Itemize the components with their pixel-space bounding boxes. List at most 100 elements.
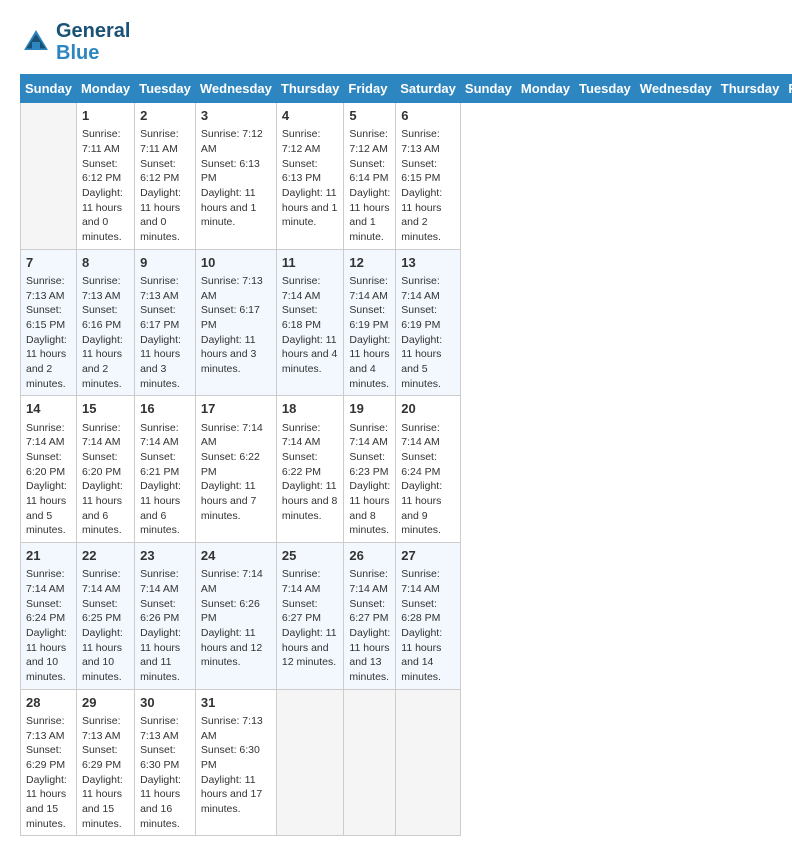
col-header-monday: Monday: [76, 75, 134, 103]
week-row-2: 7 Sunrise: 7:13 AMSunset: 6:15 PMDaylight…: [21, 249, 792, 396]
day-info: Sunrise: 7:14 AMSunset: 6:27 PMDaylight:…: [349, 567, 390, 685]
day-cell: 1 Sunrise: 7:11 AMSunset: 6:12 PMDaylight…: [76, 103, 134, 250]
day-cell: 12 Sunrise: 7:14 AMSunset: 6:19 PMDayligh…: [344, 249, 396, 396]
day-info: Sunrise: 7:13 AMSunset: 6:17 PMDaylight:…: [140, 274, 190, 392]
day-cell: 16 Sunrise: 7:14 AMSunset: 6:21 PMDayligh…: [135, 396, 196, 543]
day-cell: 7 Sunrise: 7:13 AMSunset: 6:15 PMDaylight…: [21, 249, 77, 396]
col-header-tuesday: Tuesday: [575, 75, 636, 103]
day-cell: 4Sunrise: 7:12 AMSunset: 6:13 PMDaylight…: [276, 103, 344, 250]
day-number: 25: [282, 547, 339, 565]
day-info: Sunrise: 7:14 AMSunset: 6:26 PMDaylight:…: [140, 567, 190, 685]
day-info: Sunrise: 7:12 AMSunset: 6:14 PMDaylight:…: [349, 127, 390, 245]
day-cell: 28 Sunrise: 7:13 AMSunset: 6:29 PMDayligh…: [21, 689, 77, 836]
col-header-saturday: Saturday: [396, 75, 461, 103]
day-number: 11: [282, 254, 339, 272]
day-cell: 13Sunrise: 7:14 AMSunset: 6:19 PMDayligh…: [396, 249, 461, 396]
logo: General Blue: [20, 20, 130, 64]
day-cell: 22Sunrise: 7:14 AMSunset: 6:25 PMDayligh…: [76, 543, 134, 690]
day-cell: [396, 689, 461, 836]
day-cell: 20 Sunrise: 7:14 AMSunset: 6:24 PMDayligh…: [396, 396, 461, 543]
day-cell: 10 Sunrise: 7:13 AMSunset: 6:17 PMDayligh…: [195, 249, 276, 396]
day-number: 28: [26, 694, 71, 712]
day-cell: 18 Sunrise: 7:14 AMSunset: 6:22 PMDayligh…: [276, 396, 344, 543]
day-number: 18: [282, 400, 339, 418]
day-number: 19: [349, 400, 390, 418]
day-cell: 3Sunrise: 7:12 AMSunset: 6:13 PMDaylight…: [195, 103, 276, 250]
day-cell: 26 Sunrise: 7:14 AMSunset: 6:27 PMDayligh…: [344, 543, 396, 690]
col-header-thursday: Thursday: [276, 75, 344, 103]
day-info: Sunrise: 7:13 AMSunset: 6:16 PMDaylight:…: [82, 274, 129, 392]
day-info: Sunrise: 7:14 AMSunset: 6:24 PMDaylight:…: [26, 567, 71, 685]
day-cell: 29Sunrise: 7:13 AMSunset: 6:29 PMDayligh…: [76, 689, 134, 836]
day-info: Sunrise: 7:14 AMSunset: 6:28 PMDaylight:…: [401, 567, 455, 685]
day-info: Sunrise: 7:14 AMSunset: 6:23 PMDaylight:…: [349, 421, 390, 539]
day-info: Sunrise: 7:11 AMSunset: 6:12 PMDaylight:…: [82, 127, 129, 245]
col-header-wednesday: Wednesday: [635, 75, 716, 103]
day-cell: 23 Sunrise: 7:14 AMSunset: 6:26 PMDayligh…: [135, 543, 196, 690]
calendar-table: SundayMondayTuesdayWednesdayThursdayFrid…: [20, 74, 792, 836]
day-cell: 25Sunrise: 7:14 AMSunset: 6:27 PMDayligh…: [276, 543, 344, 690]
day-info: Sunrise: 7:14 AMSunset: 6:24 PMDaylight:…: [401, 421, 455, 539]
day-info: Sunrise: 7:14 AMSunset: 6:19 PMDaylight:…: [349, 274, 390, 392]
page-header: General Blue: [20, 20, 772, 64]
day-info: Sunrise: 7:11 AMSunset: 6:12 PMDaylight:…: [140, 127, 190, 245]
day-cell: 21 Sunrise: 7:14 AMSunset: 6:24 PMDayligh…: [21, 543, 77, 690]
day-info: Sunrise: 7:14 AMSunset: 6:22 PMDaylight:…: [282, 421, 339, 524]
day-cell: 27 Sunrise: 7:14 AMSunset: 6:28 PMDayligh…: [396, 543, 461, 690]
day-number: 20: [401, 400, 455, 418]
week-row-1: 1 Sunrise: 7:11 AMSunset: 6:12 PMDaylight…: [21, 103, 792, 250]
day-number: 23: [140, 547, 190, 565]
col-header-tuesday: Tuesday: [135, 75, 196, 103]
day-info: Sunrise: 7:13 AMSunset: 6:15 PMDaylight:…: [26, 274, 71, 392]
day-info: Sunrise: 7:13 AMSunset: 6:15 PMDaylight:…: [401, 127, 455, 245]
day-cell: 5Sunrise: 7:12 AMSunset: 6:14 PMDaylight…: [344, 103, 396, 250]
day-cell: 17Sunrise: 7:14 AMSunset: 6:22 PMDayligh…: [195, 396, 276, 543]
col-header-wednesday: Wednesday: [195, 75, 276, 103]
day-info: Sunrise: 7:13 AMSunset: 6:30 PMDaylight:…: [140, 714, 190, 832]
day-number: 27: [401, 547, 455, 565]
week-row-3: 14 Sunrise: 7:14 AMSunset: 6:20 PMDayligh…: [21, 396, 792, 543]
day-number: 1: [82, 107, 129, 125]
col-header-sunday: Sunday: [21, 75, 77, 103]
day-number: 10: [201, 254, 271, 272]
day-cell: 9Sunrise: 7:13 AMSunset: 6:17 PMDaylight…: [135, 249, 196, 396]
day-info: Sunrise: 7:13 AMSunset: 6:29 PMDaylight:…: [26, 714, 71, 832]
day-info: Sunrise: 7:13 AMSunset: 6:30 PMDaylight:…: [201, 714, 271, 817]
day-info: Sunrise: 7:14 AMSunset: 6:19 PMDaylight:…: [401, 274, 455, 392]
day-number: 6: [401, 107, 455, 125]
day-info: Sunrise: 7:13 AMSunset: 6:17 PMDaylight:…: [201, 274, 271, 377]
day-number: 15: [82, 400, 129, 418]
day-info: Sunrise: 7:14 AMSunset: 6:20 PMDaylight:…: [82, 421, 129, 539]
col-header-thursday: Thursday: [716, 75, 784, 103]
day-cell: 24Sunrise: 7:14 AMSunset: 6:26 PMDayligh…: [195, 543, 276, 690]
day-number: 8: [82, 254, 129, 272]
day-info: Sunrise: 7:12 AMSunset: 6:13 PMDaylight:…: [282, 127, 339, 230]
day-number: 26: [349, 547, 390, 565]
day-info: Sunrise: 7:14 AMSunset: 6:21 PMDaylight:…: [140, 421, 190, 539]
header-row: SundayMondayTuesdayWednesdayThursdayFrid…: [21, 75, 792, 103]
day-number: 2: [140, 107, 190, 125]
day-cell: 11Sunrise: 7:14 AMSunset: 6:18 PMDayligh…: [276, 249, 344, 396]
day-number: 12: [349, 254, 390, 272]
col-header-sunday: Sunday: [460, 75, 516, 103]
day-number: 14: [26, 400, 71, 418]
week-row-4: 21 Sunrise: 7:14 AMSunset: 6:24 PMDayligh…: [21, 543, 792, 690]
day-info: Sunrise: 7:14 AMSunset: 6:20 PMDaylight:…: [26, 421, 71, 539]
day-cell: [344, 689, 396, 836]
day-cell: 8 Sunrise: 7:13 AMSunset: 6:16 PMDaylight…: [76, 249, 134, 396]
day-cell: 2 Sunrise: 7:11 AMSunset: 6:12 PMDaylight…: [135, 103, 196, 250]
day-cell: [21, 103, 77, 250]
day-info: Sunrise: 7:14 AMSunset: 6:26 PMDaylight:…: [201, 567, 271, 670]
day-cell: 30 Sunrise: 7:13 AMSunset: 6:30 PMDayligh…: [135, 689, 196, 836]
day-info: Sunrise: 7:14 AMSunset: 6:22 PMDaylight:…: [201, 421, 271, 524]
day-cell: 14 Sunrise: 7:14 AMSunset: 6:20 PMDayligh…: [21, 396, 77, 543]
day-number: 29: [82, 694, 129, 712]
col-header-monday: Monday: [516, 75, 574, 103]
week-row-5: 28 Sunrise: 7:13 AMSunset: 6:29 PMDayligh…: [21, 689, 792, 836]
day-number: 16: [140, 400, 190, 418]
day-number: 30: [140, 694, 190, 712]
day-number: 7: [26, 254, 71, 272]
day-number: 21: [26, 547, 71, 565]
day-cell: [276, 689, 344, 836]
col-header-friday: Friday: [344, 75, 396, 103]
